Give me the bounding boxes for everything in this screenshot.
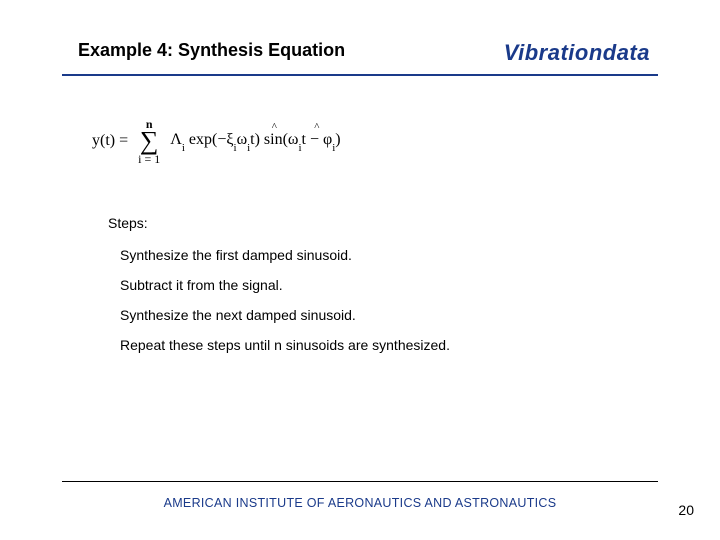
eq-text: t − φ	[302, 131, 333, 149]
equation-body: Λi exp(−ξiωi t) sin(ωi t − φi)	[170, 131, 340, 151]
brand-logo-text: Vibrationdata	[504, 40, 650, 66]
step-item: Repeat these steps until n sinusoids are…	[120, 337, 720, 353]
page-title: Example 4: Synthesis Equation	[78, 40, 345, 61]
eq-omega: ω	[237, 131, 248, 148]
eq-text: )	[335, 131, 340, 148]
eq-text: exp(−ξ	[185, 131, 234, 148]
footer-divider	[62, 481, 658, 482]
step-item: Synthesize the first damped sinusoid.	[120, 247, 720, 263]
slide-header: Example 4: Synthesis Equation Vibrationd…	[0, 0, 720, 74]
sum-lower-limit: i = 1	[138, 153, 160, 165]
step-item: Subtract it from the signal.	[120, 277, 720, 293]
synthesis-equation: y(t) = n ∑ i = 1 Λi exp(−ξiωi t) sin(ωi …	[92, 118, 720, 165]
page-number: 20	[678, 502, 694, 518]
eq-sub: i	[332, 142, 335, 154]
summation-symbol: n ∑ i = 1	[138, 118, 160, 165]
eq-sub: i	[182, 142, 185, 154]
equation-lhs: y(t) =	[92, 132, 128, 150]
steps-heading: Steps:	[108, 215, 720, 231]
eq-sub: i	[234, 142, 237, 154]
eq-lambda: Λ	[170, 131, 182, 148]
eq-text: t) sin(ω	[250, 131, 298, 149]
step-item: Synthesize the next damped sinusoid.	[120, 307, 720, 323]
footer-org: AMERICAN INSTITUTE OF AERONAUTICS AND AS…	[0, 496, 720, 510]
sigma-icon: ∑	[140, 131, 159, 152]
steps-block: Steps: Synthesize the first damped sinus…	[108, 215, 720, 353]
header-divider	[62, 74, 658, 76]
